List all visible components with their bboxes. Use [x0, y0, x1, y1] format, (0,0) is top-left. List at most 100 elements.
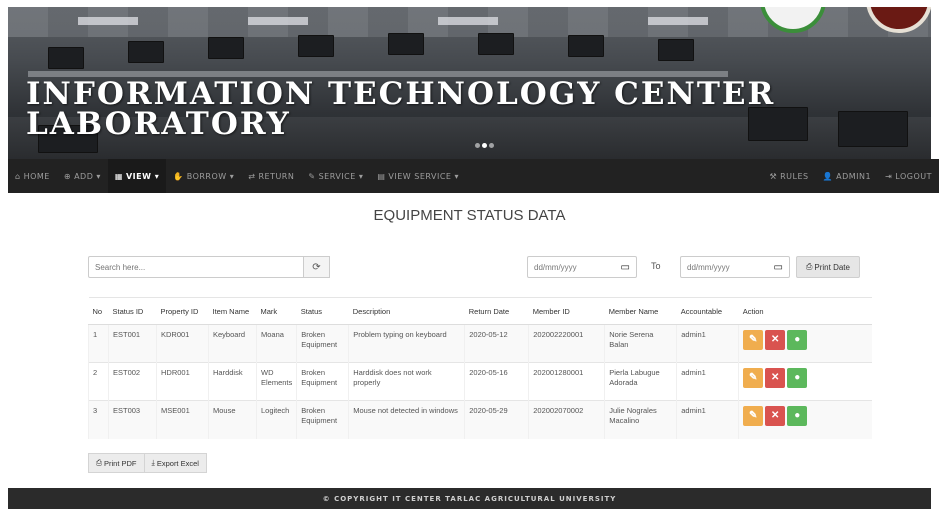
banner-monitor: [298, 35, 334, 57]
view-button[interactable]: ●: [787, 406, 808, 426]
equipment-status-table: No Status ID Property ID Item Name Mark …: [88, 297, 872, 439]
cell-property-id: HDR001: [156, 362, 209, 401]
banner-light: [648, 17, 708, 25]
banner-monitor: [388, 33, 424, 55]
export-excel-button[interactable]: ⤓ Export Excel: [144, 453, 207, 473]
logout-icon: ⇥: [885, 171, 893, 181]
col-header: Status: [296, 297, 349, 325]
view-service-icon: ▤: [377, 171, 386, 181]
nav-view-service[interactable]: ▤ VIEW SERVICE ▾: [370, 159, 466, 193]
cell-member-name: Pierla Labugue Adorada: [604, 362, 677, 401]
col-header: Accountable: [676, 297, 739, 325]
cell-no: 1: [88, 324, 109, 363]
delete-button[interactable]: ✕: [765, 330, 786, 350]
view-button[interactable]: ●: [787, 368, 808, 388]
col-header: Action: [738, 297, 872, 325]
banner-monitor: [48, 47, 84, 69]
return-icon: ⇄: [248, 171, 256, 181]
date-range-to-label: To: [651, 261, 661, 271]
close-icon: ✕: [771, 334, 780, 345]
hand-icon: ✋: [173, 171, 184, 181]
search-button[interactable]: ⟳: [304, 256, 330, 278]
pencil-icon: ✎: [749, 410, 758, 421]
cell-mark: Logitech: [255, 400, 297, 439]
cell-accountable: admin1: [676, 400, 739, 439]
banner-monitor: [568, 35, 604, 57]
banner-light: [248, 17, 308, 25]
eye-icon: ●: [794, 372, 801, 383]
print-icon: ⎙: [96, 458, 102, 467]
nav-label: RULES: [780, 171, 809, 181]
edit-button[interactable]: ✎: [743, 406, 764, 426]
cell-return-date: 2020-05-12: [464, 324, 529, 363]
nav-home[interactable]: ⌂ HOME: [8, 159, 57, 193]
print-pdf-label: Print PDF: [104, 458, 137, 468]
table-row: 2 EST002 HDR001 Harddisk WD Elements Bro…: [88, 362, 872, 401]
cell-member-id: 202001280001: [528, 362, 605, 401]
search-input[interactable]: [88, 256, 304, 278]
nav-logout[interactable]: ⇥ LOGOUT: [878, 159, 939, 193]
nav-rules[interactable]: ⚒ RULES: [762, 159, 815, 193]
eye-icon: ●: [794, 334, 801, 345]
home-icon: ⌂: [15, 171, 21, 181]
cell-mark: WD Elements: [255, 362, 297, 401]
calendar-icon[interactable]: ▭: [621, 262, 630, 273]
carousel-dot-active[interactable]: [482, 143, 487, 148]
date-from-input[interactable]: dd/mm/yyyy ▭: [527, 256, 637, 278]
carousel-dot[interactable]: [475, 143, 480, 148]
cell-item-name: Keyboard: [208, 324, 257, 363]
cell-property-id: MSE001: [156, 400, 209, 439]
calendar-icon[interactable]: ▭: [774, 262, 783, 273]
view-button[interactable]: ●: [787, 330, 808, 350]
print-date-label: Print Date: [814, 262, 850, 272]
nav-add[interactable]: ⊕ ADD ▾: [57, 159, 108, 193]
cell-action: ✎ ✕ ●: [738, 324, 872, 363]
edit-button[interactable]: ✎: [743, 330, 764, 350]
delete-button[interactable]: ✕: [765, 368, 786, 388]
col-header: Return Date: [464, 297, 529, 325]
nav-service[interactable]: ✎ SERVICE ▾: [301, 159, 370, 193]
cell-status: Broken Equipment: [296, 324, 349, 363]
user-icon: 👤: [822, 171, 834, 181]
nav-label: VIEW SERVICE ▾: [388, 171, 460, 181]
nav-label: BORROW ▾: [186, 171, 235, 181]
footer: © COPYRIGHT IT CENTER TARLAC AGRICULTURA…: [8, 488, 931, 509]
print-pdf-button[interactable]: ⎙ Print PDF: [88, 453, 145, 473]
col-header: Description: [348, 297, 465, 325]
list-icon: ▦: [114, 171, 123, 181]
edit-button[interactable]: ✎: [743, 368, 764, 388]
date-to-input[interactable]: dd/mm/yyyy ▭: [680, 256, 790, 278]
nav-label: RETURN: [258, 171, 295, 181]
pencil-icon: ✎: [749, 334, 758, 345]
close-icon: ✕: [771, 410, 780, 421]
nav-label: HOME: [23, 171, 50, 181]
banner-light: [78, 17, 138, 25]
cell-status: Broken Equipment: [296, 400, 349, 439]
delete-button[interactable]: ✕: [765, 406, 786, 426]
banner-monitor: [208, 37, 244, 59]
header-banner: INFORMATION TECHNOLOGY CENTER LABORATORY: [8, 7, 931, 159]
print-date-button[interactable]: ⎙ Print Date: [796, 256, 860, 278]
table-row: 3 EST003 MSE001 Mouse Logitech Broken Eq…: [88, 400, 872, 439]
cell-status: Broken Equipment: [296, 362, 349, 401]
nav-admin[interactable]: 👤 ADMIN1: [816, 159, 878, 193]
cell-action: ✎ ✕ ●: [738, 400, 872, 439]
nav-label: ADD ▾: [74, 171, 101, 181]
cell-return-date: 2020-05-29: [464, 400, 529, 439]
nav-label: SERVICE ▾: [318, 171, 364, 181]
export-button-group: ⎙ Print PDF ⤓ Export Excel: [88, 453, 207, 473]
carousel-dot[interactable]: [489, 143, 494, 148]
banner-monitor: [128, 41, 164, 63]
cell-mark: Moana: [255, 324, 297, 363]
cell-member-id: 202002220001: [528, 324, 605, 363]
cell-action: ✎ ✕ ●: [738, 362, 872, 401]
cell-item-name: Mouse: [208, 400, 257, 439]
close-icon: ✕: [771, 372, 780, 383]
banner-title: INFORMATION TECHNOLOGY CENTER LABORATORY: [26, 76, 776, 142]
cell-status-id: EST001: [108, 324, 157, 363]
eye-icon: ●: [794, 410, 801, 421]
nav-return[interactable]: ⇄ RETURN: [241, 159, 301, 193]
nav-borrow[interactable]: ✋ BORROW ▾: [166, 159, 241, 193]
nav-view[interactable]: ▦ VIEW ▾: [107, 159, 167, 193]
plus-circle-icon: ⊕: [63, 171, 72, 181]
